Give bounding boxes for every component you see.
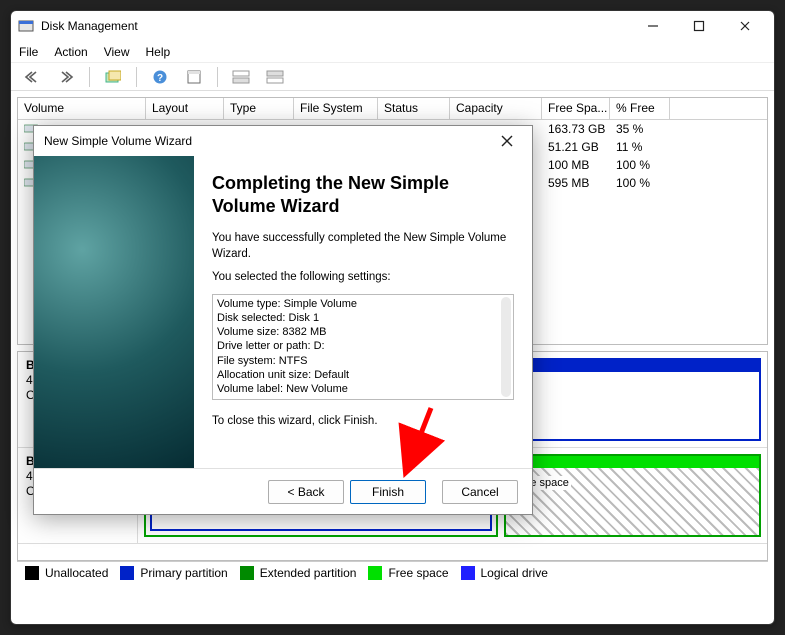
wizard-close-button[interactable]	[492, 127, 522, 155]
toolbar-separator	[217, 67, 218, 87]
volume-list-header: Volume Layout Type File System Status Ca…	[18, 98, 767, 120]
help-icon[interactable]: ?	[145, 65, 175, 89]
setting-row: Volume size: 8382 MB	[217, 325, 509, 339]
window-title: Disk Management	[41, 19, 630, 33]
scrollbar[interactable]	[501, 297, 511, 397]
back-icon[interactable]	[17, 65, 47, 89]
svg-text:?: ?	[157, 73, 163, 84]
wizard-sidebar-image	[34, 156, 194, 468]
wizard-closing-text: To close this wizard, click Finish.	[212, 414, 514, 430]
maximize-button[interactable]	[676, 12, 722, 40]
close-button[interactable]	[722, 12, 768, 40]
new-simple-volume-wizard: New Simple Volume Wizard Completing the …	[33, 125, 533, 515]
col-status[interactable]: Status	[378, 98, 450, 119]
disk-management-icon	[17, 18, 35, 34]
wizard-titlebar[interactable]: New Simple Volume Wizard	[34, 126, 532, 156]
legend-swatch-primary	[120, 566, 134, 580]
titlebar[interactable]: Disk Management	[11, 11, 774, 41]
minimize-button[interactable]	[630, 12, 676, 40]
wizard-title: New Simple Volume Wizard	[44, 134, 192, 148]
partition-freespace[interactable]: Free space	[504, 454, 761, 537]
close-icon	[501, 135, 513, 147]
legend-swatch-logical	[461, 566, 475, 580]
wizard-settings-list[interactable]: Volume type: Simple Volume Disk selected…	[212, 294, 514, 400]
setting-row: Volume label: New Volume	[217, 382, 509, 396]
legend-extended: Extended partition	[260, 566, 357, 580]
wizard-heading: Completing the New Simple Volume Wizard	[212, 172, 514, 217]
back-button[interactable]: < Back	[268, 480, 344, 504]
toolbar-separator	[89, 67, 90, 87]
cancel-button[interactable]: Cancel	[442, 480, 518, 504]
wizard-success-text: You have successfully completed the New …	[212, 231, 514, 262]
col-capacity[interactable]: Capacity	[450, 98, 542, 119]
legend-logical: Logical drive	[481, 566, 548, 580]
col-pctfree[interactable]: % Free	[610, 98, 670, 119]
menu-help[interactable]: Help	[146, 45, 171, 59]
menu-file[interactable]: File	[19, 45, 38, 59]
legend-primary: Primary partition	[140, 566, 227, 580]
col-free[interactable]: Free Spa...	[542, 98, 610, 119]
setting-row: Quick format: Yes	[217, 397, 509, 400]
finish-button[interactable]: Finish	[350, 480, 426, 504]
properties-icon[interactable]	[179, 65, 209, 89]
col-layout[interactable]: Layout	[146, 98, 224, 119]
view-top-icon[interactable]	[226, 65, 256, 89]
legend-swatch-unallocated	[25, 566, 39, 580]
legend: Unallocated Primary partition Extended p…	[17, 561, 768, 583]
refresh-icon[interactable]	[98, 65, 128, 89]
view-bottom-icon[interactable]	[260, 65, 290, 89]
col-filesystem[interactable]: File System	[294, 98, 378, 119]
col-type[interactable]: Type	[224, 98, 294, 119]
toolbar: ?	[11, 63, 774, 91]
setting-row: Drive letter or path: D:	[217, 339, 509, 353]
legend-swatch-extended	[240, 566, 254, 580]
wizard-footer: < Back Finish Cancel	[34, 468, 532, 514]
wizard-content: Completing the New Simple Volume Wizard …	[194, 156, 532, 468]
legend-unallocated: Unallocated	[45, 566, 108, 580]
setting-row: Volume type: Simple Volume	[217, 297, 509, 311]
menu-view[interactable]: View	[104, 45, 130, 59]
col-volume[interactable]: Volume	[18, 98, 146, 119]
menubar: File Action View Help	[11, 41, 774, 63]
setting-row: Disk selected: Disk 1	[217, 311, 509, 325]
legend-free: Free space	[388, 566, 448, 580]
toolbar-separator	[136, 67, 137, 87]
legend-swatch-free	[368, 566, 382, 580]
setting-row: File system: NTFS	[217, 354, 509, 368]
menu-action[interactable]: Action	[54, 45, 87, 59]
setting-row: Allocation unit size: Default	[217, 368, 509, 382]
wizard-settings-intro: You selected the following settings:	[212, 270, 514, 286]
forward-icon[interactable]	[51, 65, 81, 89]
